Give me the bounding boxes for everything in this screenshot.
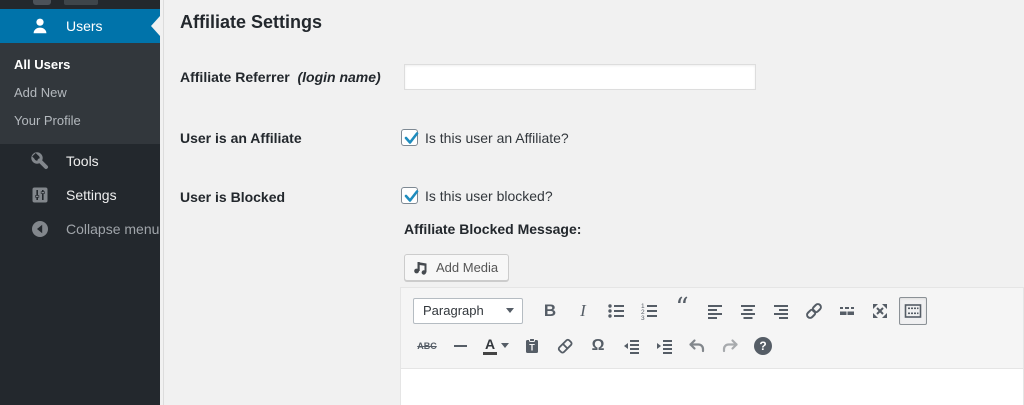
eraser-icon (555, 336, 575, 356)
admin-sidebar: Users All Users Add New Your Profile Too… (0, 0, 160, 405)
svg-text:T: T (529, 342, 535, 352)
add-media-label: Add Media (436, 260, 498, 275)
add-media-icon (413, 260, 430, 276)
paste-as-text-button[interactable]: T (518, 332, 546, 360)
fullscreen-icon (870, 301, 890, 321)
indent-icon (654, 336, 674, 356)
sidebar-item-collapse-menu[interactable]: Collapse menu (0, 212, 160, 246)
text-color-chevron-icon (501, 343, 509, 348)
main-content: Affiliate Settings Affiliate Referrer (l… (160, 0, 1024, 405)
sidebar-item-settings-label: Settings (66, 187, 117, 203)
redo-icon (720, 336, 740, 356)
paste-as-text-icon: T (522, 336, 542, 356)
editor-toolbar: Paragraph B I (401, 288, 1023, 369)
help-icon: ? (754, 337, 772, 355)
editor-content-area[interactable] (401, 369, 1023, 405)
wordpress-admin-screen: Users All Users Add New Your Profile Too… (0, 0, 1024, 405)
redo-button[interactable] (716, 332, 744, 360)
affiliate-referrer-label: Affiliate Referrer (login name) (180, 69, 381, 85)
read-more-icon (837, 301, 857, 321)
wrench-icon (30, 151, 50, 171)
text-color-bar (483, 352, 497, 355)
blockquote-icon: “ (675, 303, 688, 319)
horizontal-rule-icon (454, 345, 467, 347)
toolbar-toggle-button[interactable] (899, 297, 927, 325)
users-icon (30, 16, 50, 36)
align-right-icon (771, 301, 791, 321)
affiliate-referrer-input[interactable] (404, 64, 756, 90)
text-color-letter: A (485, 337, 495, 351)
partial-menu-item (0, 0, 160, 9)
is-blocked-checkbox-label[interactable]: Is this user blocked? (425, 188, 553, 204)
toolbar-toggle-icon (903, 301, 923, 321)
blocked-message-label: Affiliate Blocked Message: (404, 221, 581, 237)
blocked-message-editor: Paragraph B I (400, 287, 1024, 405)
editor-toolbar-row-2: ABC A (413, 328, 1023, 363)
align-right-button[interactable] (767, 297, 795, 325)
fullscreen-button[interactable] (866, 297, 894, 325)
indent-button[interactable] (650, 332, 678, 360)
user-is-blocked-label: User is Blocked (180, 189, 285, 205)
outdent-button[interactable] (617, 332, 645, 360)
read-more-button[interactable] (833, 297, 861, 325)
special-character-button[interactable]: Ω (584, 332, 612, 360)
align-center-button[interactable] (734, 297, 762, 325)
login-name-note: (login name) (297, 69, 380, 85)
undo-icon (687, 336, 707, 356)
bold-button[interactable]: B (536, 297, 564, 325)
paragraph-dropdown-value: Paragraph (423, 303, 484, 318)
editor-toolbar-row-1: Paragraph B I (413, 293, 1023, 328)
partial-menu-label (64, 0, 98, 5)
horizontal-rule-button[interactable] (446, 332, 474, 360)
numbered-list-icon: 1 2 3 (639, 301, 659, 321)
sidebar-item-all-users[interactable]: All Users (0, 51, 160, 79)
is-affiliate-checkbox[interactable] (401, 129, 418, 146)
blockquote-button[interactable]: “ (668, 297, 696, 325)
strikethrough-icon: ABC (417, 341, 437, 351)
text-color-button[interactable]: A (479, 332, 513, 360)
sidebar-item-tools[interactable]: Tools (0, 144, 160, 178)
bulleted-list-icon (606, 301, 626, 321)
content-divider-line (163, 0, 164, 405)
users-submenu: All Users Add New Your Profile (0, 43, 160, 144)
sidebar-item-tools-label: Tools (66, 153, 99, 169)
outdent-icon (621, 336, 641, 356)
text-color-icon: A (483, 337, 497, 355)
svg-text:3: 3 (641, 315, 645, 321)
bold-icon: B (544, 301, 556, 321)
align-left-button[interactable] (701, 297, 729, 325)
italic-icon: I (580, 301, 586, 321)
undo-button[interactable] (683, 332, 711, 360)
affiliate-referrer-label-text: Affiliate Referrer (180, 69, 290, 85)
link-icon (804, 301, 824, 321)
special-character-icon: Ω (592, 337, 605, 355)
chevron-down-icon (506, 308, 514, 313)
page-title: Affiliate Settings (180, 12, 322, 33)
add-media-button[interactable]: Add Media (404, 254, 509, 281)
active-item-arrow (151, 16, 160, 36)
bulleted-list-button[interactable] (602, 297, 630, 325)
is-affiliate-checkbox-label[interactable]: Is this user an Affiliate? (425, 130, 569, 146)
sidebar-item-add-new[interactable]: Add New (0, 79, 160, 107)
partial-menu-icon (33, 0, 51, 5)
align-center-icon (738, 301, 758, 321)
align-left-icon (705, 301, 725, 321)
strikethrough-button[interactable]: ABC (413, 332, 441, 360)
sidebar-item-users[interactable]: Users (0, 9, 160, 43)
paragraph-format-dropdown[interactable]: Paragraph (413, 298, 523, 324)
sidebar-item-your-profile[interactable]: Your Profile (0, 107, 160, 135)
user-is-affiliate-label: User is an Affiliate (180, 130, 302, 146)
insert-link-button[interactable] (800, 297, 828, 325)
sidebar-item-settings[interactable]: Settings (0, 178, 160, 212)
sidebar-item-collapse-label: Collapse menu (66, 221, 159, 237)
italic-button[interactable]: I (569, 297, 597, 325)
sidebar-item-users-label: Users (66, 18, 103, 34)
is-blocked-checkbox[interactable] (401, 187, 418, 204)
clear-formatting-button[interactable] (551, 332, 579, 360)
settings-sliders-icon (30, 185, 50, 205)
collapse-arrow-icon (30, 219, 50, 239)
help-button[interactable]: ? (749, 332, 777, 360)
numbered-list-button[interactable]: 1 2 3 (635, 297, 663, 325)
